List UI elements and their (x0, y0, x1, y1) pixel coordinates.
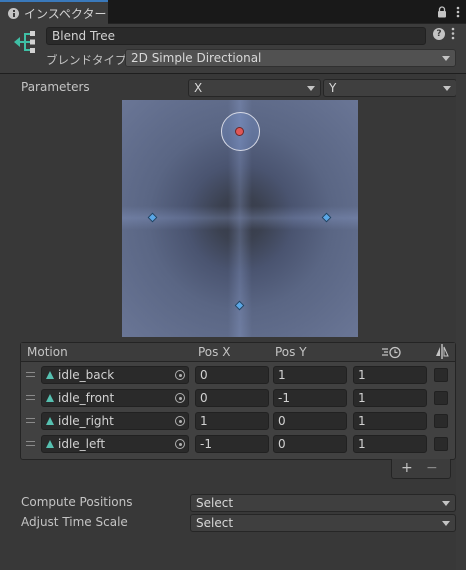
object-picker-icon[interactable] (175, 416, 185, 426)
tab-bar: インスペクター (0, 0, 466, 24)
chevron-down-icon (443, 86, 451, 91)
motion-field[interactable]: idle_back (41, 366, 189, 384)
pos-y-field[interactable]: 0 (273, 435, 347, 453)
blend-tree-icon (11, 29, 37, 58)
lock-icon[interactable] (437, 6, 447, 18)
drag-handle[interactable] (26, 441, 35, 446)
pos-x-field[interactable]: 0 (195, 389, 269, 407)
info-icon (8, 7, 19, 19)
motion-row: idle_left -1 0 1 (21, 433, 455, 455)
tab-inspector[interactable]: インスペクター (0, 0, 108, 24)
chevron-down-icon (442, 521, 450, 526)
motion-row: idle_front 0 -1 1 (21, 387, 455, 409)
blend-type-value: 2D Simple Directional (131, 51, 262, 65)
motion-name: idle_left (58, 437, 106, 451)
adjust-time-scale-value: Select (196, 516, 234, 530)
object-picker-icon[interactable] (175, 439, 185, 449)
remove-motion-button[interactable]: − (426, 460, 438, 476)
motion-list-header: Motion Pos X Pos Y (21, 343, 455, 362)
motion-field[interactable]: idle_left (41, 435, 189, 453)
drag-handle[interactable] (26, 418, 35, 423)
animation-clip-icon (46, 371, 54, 379)
adjust-time-scale-dropdown[interactable]: Select (190, 514, 456, 532)
motion-name: idle_front (58, 391, 115, 405)
object-picker-icon[interactable] (175, 370, 185, 380)
drag-handle[interactable] (26, 372, 35, 377)
time-scale-field[interactable]: 1 (353, 389, 427, 407)
pos-y-field[interactable]: 0 (273, 412, 347, 430)
object-header: Blend Tree ? ブレンドタイプ 2D Simple Direction… (0, 24, 466, 74)
animation-clip-icon (46, 440, 54, 448)
kebab-menu-icon[interactable] (456, 6, 460, 18)
mirror-toggle[interactable] (434, 437, 448, 451)
header-motion: Motion (27, 345, 68, 359)
blend-type-dropdown[interactable]: 2D Simple Directional (125, 49, 456, 67)
presets-icon[interactable] (451, 27, 455, 43)
time-scale-icon (381, 346, 403, 362)
tab-title: インスペクター (24, 6, 107, 21)
drag-handle[interactable] (26, 395, 35, 400)
add-motion-button[interactable]: + (401, 460, 413, 476)
motion-field[interactable]: idle_right (41, 412, 189, 430)
header-pos-x: Pos X (198, 345, 231, 359)
tab-tools (437, 0, 460, 24)
time-scale-field[interactable]: 1 (353, 435, 427, 453)
pos-y-field[interactable]: -1 (273, 389, 347, 407)
motion-field[interactable]: idle_front (41, 389, 189, 407)
blend-space-graph[interactable] (122, 100, 358, 337)
chevron-down-icon (442, 501, 450, 506)
help-icon[interactable]: ? (433, 28, 445, 40)
parameter-y-value: Y (329, 81, 337, 95)
current-blend-point[interactable] (235, 127, 244, 136)
pos-y-field[interactable]: 1 (273, 366, 347, 384)
parameter-x-dropdown[interactable]: X (188, 79, 321, 97)
header-pos-y: Pos Y (275, 345, 307, 359)
chevron-down-icon (307, 86, 315, 91)
motion-name: idle_right (58, 414, 114, 428)
pos-x-field[interactable]: -1 (195, 435, 269, 453)
parameter-y-dropdown[interactable]: Y (323, 79, 457, 97)
parameters-label: Parameters (21, 80, 90, 94)
time-scale-field[interactable]: 1 (353, 412, 427, 430)
pos-x-field[interactable]: 0 (195, 366, 269, 384)
motion-name: idle_back (58, 368, 115, 382)
list-footer: + − (391, 459, 451, 479)
animation-clip-icon (46, 394, 54, 402)
animation-clip-icon (46, 417, 54, 425)
compute-positions-dropdown[interactable]: Select (190, 494, 456, 512)
adjust-time-scale-label: Adjust Time Scale (21, 515, 128, 529)
scrollbar[interactable] (456, 74, 466, 570)
mirror-icon (435, 344, 449, 362)
mirror-toggle[interactable] (434, 391, 448, 405)
pos-x-field[interactable]: 1 (195, 412, 269, 430)
motion-row: idle_right 1 0 1 (21, 410, 455, 432)
time-scale-field[interactable]: 1 (353, 366, 427, 384)
mirror-toggle[interactable] (434, 368, 448, 382)
blend-type-label: ブレンドタイプ (46, 53, 127, 67)
motion-list: Motion Pos X Pos Y idle_back 0 1 1 idle_… (20, 342, 456, 460)
object-picker-icon[interactable] (175, 393, 185, 403)
motion-row: idle_back 0 1 1 (21, 364, 455, 386)
mirror-toggle[interactable] (434, 414, 448, 428)
parameter-x-value: X (194, 81, 203, 95)
chevron-down-icon (442, 56, 450, 61)
compute-positions-label: Compute Positions (21, 495, 133, 509)
compute-positions-value: Select (196, 496, 234, 510)
name-field[interactable]: Blend Tree (46, 27, 426, 45)
